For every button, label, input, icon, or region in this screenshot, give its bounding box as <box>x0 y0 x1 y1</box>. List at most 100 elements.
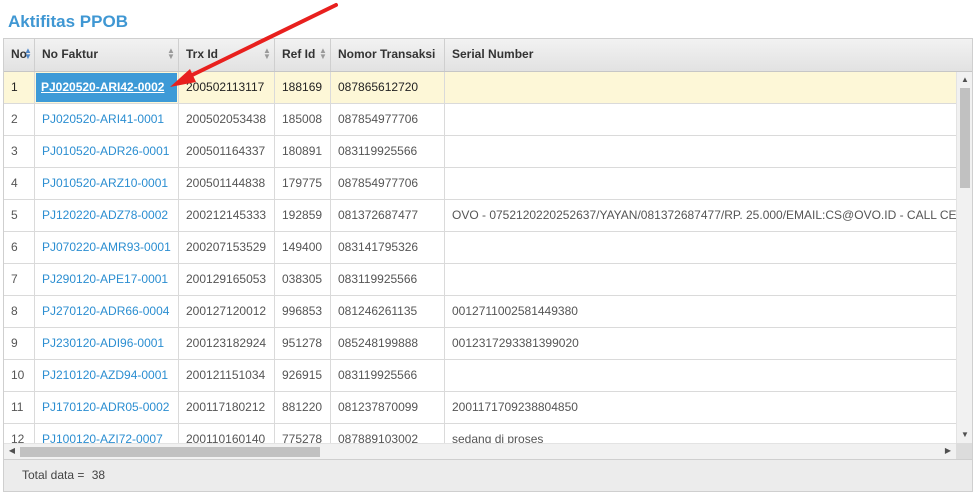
cell-serial <box>445 104 956 135</box>
cell-serial <box>445 360 956 391</box>
cell-no: 11 <box>4 392 35 423</box>
cell-no: 8 <box>4 296 35 327</box>
scrollbar-corner <box>956 443 972 459</box>
table-row[interactable]: 2 PJ020520-ARI41-0001 200502053438 185008 08… <box>4 104 956 136</box>
cell-serial: 0012317293381399020 <box>452 336 579 350</box>
cell-faktur[interactable]: PJ290120-APE17-0001 <box>35 264 179 295</box>
cell-nomor: 083119925566 <box>331 136 445 167</box>
scroll-down-icon[interactable]: ▼ <box>957 428 972 442</box>
cell-faktur[interactable]: PJ170120-ADR05-0002 <box>35 392 179 423</box>
scroll-left-icon[interactable]: ◀ <box>4 444 20 458</box>
cell-nomor: 083119925566 <box>331 360 445 391</box>
cell-serial <box>445 168 956 199</box>
table-row[interactable]: 11 PJ170120-ADR05-0002 200117180212 881220 0… <box>4 392 956 424</box>
cell-trx: 200207153529 <box>179 232 275 263</box>
faktur-link[interactable]: PJ170120-ADR05-0002 <box>42 400 169 414</box>
sort-arrows-icon[interactable]: ▲ ▼ <box>263 47 271 61</box>
scroll-up-icon[interactable]: ▲ <box>957 73 972 87</box>
table-row[interactable]: 5 PJ120220-ADZ78-0002 200212145333 192859 08… <box>4 200 956 232</box>
cell-faktur[interactable]: PJ100120-AZI72-0007 <box>35 424 179 443</box>
cell-trx: 200501144838 <box>179 168 275 199</box>
horizontal-scrollbar[interactable]: ◀ ▶ <box>4 443 956 459</box>
faktur-link[interactable]: PJ120220-ADZ78-0002 <box>42 208 168 222</box>
table-row[interactable]: 8 PJ270120-ADR66-0004 200127120012 996853 08… <box>4 296 956 328</box>
cell-ref: 188169 <box>275 72 331 103</box>
table-row[interactable]: 12 PJ100120-AZI72-0007 200110160140 775278 0… <box>4 424 956 443</box>
cell-no: 9 <box>4 328 35 359</box>
vertical-scroll-thumb[interactable] <box>960 88 970 188</box>
faktur-link[interactable]: PJ020520-ARI41-0001 <box>42 112 164 126</box>
faktur-link[interactable]: PJ070220-AMR93-0001 <box>42 240 171 254</box>
cell-no: 6 <box>4 232 35 263</box>
col-header-no-faktur[interactable]: No Faktur ▲ ▼ <box>35 39 179 71</box>
col-header-serial-number[interactable]: Serial Number <box>445 39 972 71</box>
cell-nomor: 083119925566 <box>331 264 445 295</box>
cell-serial <box>445 72 956 103</box>
cell-ref: 192859 <box>275 200 331 231</box>
cell-faktur[interactable]: PJ230120-ADI96-0001 <box>35 328 179 359</box>
table-row[interactable]: 9 PJ230120-ADI96-0001 200123182924 951278 08… <box>4 328 956 360</box>
cell-serial <box>445 232 956 263</box>
table-row[interactable]: 10 PJ210120-AZD94-0001 200121151034 926915 0… <box>4 360 956 392</box>
cell-faktur[interactable]: PJ210120-AZD94-0001 <box>35 360 179 391</box>
cell-faktur[interactable]: PJ070220-AMR93-0001 <box>35 232 179 263</box>
cell-nomor: 087889103002 <box>331 424 445 443</box>
faktur-link[interactable]: PJ010520-ADR26-0001 <box>42 144 169 158</box>
col-header-ref-id[interactable]: Ref Id ▲ ▼ <box>275 39 331 71</box>
faktur-link[interactable]: PJ230120-ADI96-0001 <box>42 336 164 350</box>
faktur-link[interactable]: PJ100120-AZI72-0007 <box>42 432 163 443</box>
cell-serial <box>445 136 956 167</box>
cell-ref: 881220 <box>275 392 331 423</box>
table-footer: Total data = 38 <box>4 459 972 491</box>
total-data: Total data = 38 <box>22 460 105 491</box>
faktur-link[interactable]: PJ020520-ARI42-0002 <box>36 73 177 102</box>
page-title: Aktifitas PPOB <box>8 12 128 31</box>
table-row[interactable]: 4 PJ010520-ARZ10-0001 200501144838 179775 08… <box>4 168 956 200</box>
cell-trx: 200117180212 <box>179 392 275 423</box>
cell-trx: 200502053438 <box>179 104 275 135</box>
col-header-no[interactable]: No ▲ ▼ <box>4 39 35 71</box>
cell-ref: 180891 <box>275 136 331 167</box>
sort-arrows-icon[interactable]: ▲ ▼ <box>319 47 327 61</box>
col-header-label: Trx Id <box>186 47 219 61</box>
table-row[interactable]: 1 PJ020520-ARI42-0002 200502113117 188169 08… <box>4 72 956 104</box>
cell-trx: 200121151034 <box>179 360 275 391</box>
cell-trx: 200129165053 <box>179 264 275 295</box>
col-header-label: Ref Id <box>282 47 316 61</box>
cell-faktur[interactable]: PJ120220-ADZ78-0002 <box>35 200 179 231</box>
faktur-link[interactable]: PJ210120-AZD94-0001 <box>42 368 168 382</box>
cell-faktur[interactable]: PJ010520-ARZ10-0001 <box>35 168 179 199</box>
col-header-trx-id[interactable]: Trx Id ▲ ▼ <box>179 39 275 71</box>
cell-faktur[interactable]: PJ270120-ADR66-0004 <box>35 296 179 327</box>
table-row[interactable]: 7 PJ290120-APE17-0001 200129165053 038305 08… <box>4 264 956 296</box>
horizontal-scroll-thumb[interactable] <box>20 447 320 457</box>
col-header-nomor-transaksi[interactable]: Nomor Transaksi <box>331 39 445 71</box>
cell-no: 2 <box>4 104 35 135</box>
cell-no: 4 <box>4 168 35 199</box>
vertical-scrollbar[interactable]: ▲ ▼ <box>956 72 972 443</box>
sort-arrows-icon[interactable]: ▲ ▼ <box>167 47 175 61</box>
cell-nomor: 081372687477 <box>331 200 445 231</box>
cell-no: 12 <box>4 424 35 443</box>
cell-serial: sedang di proses <box>452 432 544 443</box>
cell-ref: 185008 <box>275 104 331 135</box>
table-row[interactable]: 3 PJ010520-ADR26-0001 200501164337 180891 08… <box>4 136 956 168</box>
cell-serial <box>445 264 956 295</box>
cell-no: 7 <box>4 264 35 295</box>
table-row[interactable]: 6 PJ070220-AMR93-0001 200207153529 149400 08… <box>4 232 956 264</box>
faktur-link[interactable]: PJ270120-ADR66-0004 <box>42 304 169 318</box>
cell-faktur[interactable]: PJ020520-ARI41-0001 <box>35 104 179 135</box>
total-label: Total data = <box>22 468 85 482</box>
scroll-right-icon[interactable]: ▶ <box>940 444 956 458</box>
data-grid: No ▲ ▼ No Faktur ▲ ▼ Trx Id ▲ ▼ Ref Id ▲ ▼ N… <box>3 38 973 492</box>
total-value: 38 <box>91 468 106 482</box>
cell-trx: 200212145333 <box>179 200 275 231</box>
cell-nomor: 083141795326 <box>331 232 445 263</box>
cell-faktur[interactable]: PJ020520-ARI42-0002 <box>35 72 179 103</box>
cell-trx: 200502113117 <box>179 72 275 103</box>
cell-faktur[interactable]: PJ010520-ADR26-0001 <box>35 136 179 167</box>
faktur-link[interactable]: PJ290120-APE17-0001 <box>42 272 168 286</box>
table-header: No ▲ ▼ No Faktur ▲ ▼ Trx Id ▲ ▼ Ref Id ▲ ▼ N… <box>4 39 972 72</box>
faktur-link[interactable]: PJ010520-ARZ10-0001 <box>42 176 168 190</box>
sort-arrows-icon[interactable]: ▲ ▼ <box>24 47 32 61</box>
